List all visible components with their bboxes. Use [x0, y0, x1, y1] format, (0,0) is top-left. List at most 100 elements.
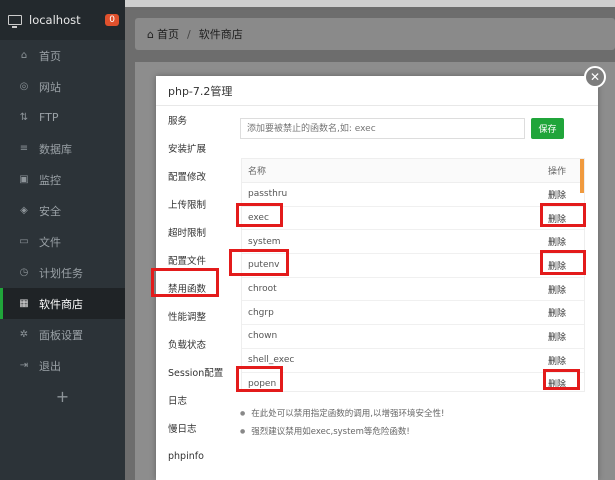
add-function-row: 保存	[240, 118, 590, 139]
breadcrumb-current: 软件商店	[198, 28, 243, 41]
table-row: exec 删除	[242, 207, 584, 231]
tab-7[interactable]: 性能调整	[156, 302, 236, 330]
sidebar-menu: ⌂ 首页 ◎ 网站 ⇅ FTP ≡ 数据库 ▣ 监控 ◈ 安全 ▭ 文件 ◷ 计划任务 ▦ 软件商店 ✲ 面板设置 ⇥ 退…	[0, 40, 125, 381]
tab-0[interactable]: 服务	[156, 106, 236, 134]
function-table: 名称 操作 passthru 删除 exec 删除 system 删除 putenv 删除 ch…	[241, 158, 585, 392]
sidebar-item-2[interactable]: ⇅ FTP	[0, 102, 125, 133]
table-row: chroot 删除	[242, 278, 584, 302]
database-icon: ≡	[19, 143, 29, 154]
sidebar-item-label: FTP	[39, 111, 59, 124]
php-manage-dialog: php-7.2管理 服务 安装扩展 配置修改 上传限制 超时限制 配置文件 禁用函数 性能调整…	[156, 76, 598, 480]
function-name: chroot	[248, 284, 277, 295]
sidebar-item-label: 首页	[39, 49, 61, 63]
table-row: passthru 删除	[242, 183, 584, 207]
globe-icon: ◎	[19, 81, 29, 92]
table-row: chown 删除	[242, 325, 584, 349]
breadcrumb-home[interactable]: 首页	[157, 26, 179, 42]
delete-button[interactable]: 删除	[532, 306, 582, 319]
shield-icon: ◈	[20, 205, 28, 216]
tab-8[interactable]: 负载状态	[156, 330, 236, 358]
function-name-input[interactable]	[240, 118, 525, 139]
gear-icon: ✲	[19, 329, 29, 340]
sidebar-item-label: 文件	[39, 235, 61, 249]
sidebar-item-10[interactable]: ⇥ 退出	[0, 350, 125, 381]
breadcrumb-separator: /	[186, 27, 191, 41]
function-name: system	[248, 236, 281, 247]
highlight-row-exec	[236, 203, 283, 227]
monitor-icon	[8, 15, 22, 28]
notification-badge[interactable]: 0	[105, 14, 119, 26]
table-row: popen 删除	[242, 373, 584, 392]
function-name: popen	[248, 378, 277, 389]
logout-icon: ⇥	[19, 360, 29, 371]
function-name: exec	[248, 213, 269, 224]
table-row: chgrp 删除	[242, 301, 584, 326]
highlight-delete-exec	[540, 203, 586, 227]
disable-functions-panel: 保存 名称 操作 passthru删除exec删除system删除putenv删…	[240, 118, 590, 437]
function-name: shell_exec	[248, 355, 295, 366]
table-row: shell_exec 删除	[242, 349, 584, 373]
grid-icon: ▦	[19, 298, 29, 309]
tips-list: 在此处可以禁用指定函数的调用,以增强环境安全性!强烈建议禁用如exec,syst…	[240, 404, 444, 440]
tab-11[interactable]: 慢日志	[156, 414, 236, 442]
tab-4[interactable]: 超时限制	[156, 218, 236, 246]
sidebar-item-5[interactable]: ◈ 安全	[0, 195, 125, 226]
sidebar-item-4[interactable]: ▣ 监控	[0, 164, 125, 195]
delete-button[interactable]: 删除	[532, 283, 582, 296]
ftp-icon: ⇅	[19, 112, 29, 123]
function-name: chown	[248, 331, 278, 342]
delete-button[interactable]: 删除	[532, 188, 582, 201]
delete-button[interactable]: 删除	[532, 354, 582, 367]
sidebar-item-label: 安全	[39, 204, 61, 218]
clock-icon: ◷	[19, 267, 29, 278]
sidebar-item-8[interactable]: ▦ 软件商店	[0, 288, 125, 319]
delete-button[interactable]: 删除	[532, 235, 582, 248]
function-name: passthru	[248, 189, 288, 200]
table-row: putenv 删除	[242, 254, 584, 278]
sidebar-item-7[interactable]: ◷ 计划任务	[0, 257, 125, 288]
highlight-delete-popen	[543, 369, 580, 390]
tab-1[interactable]: 安装扩展	[156, 134, 236, 162]
table-row: system 删除	[242, 230, 584, 255]
highlight-delete-putenv	[540, 250, 586, 275]
table-header: 名称 操作	[242, 159, 584, 183]
top-strip	[125, 0, 615, 7]
host-name: localhost	[29, 13, 81, 27]
home-icon: ⌂	[20, 50, 28, 61]
function-name: chgrp	[248, 307, 274, 318]
sidebar-item-6[interactable]: ▭ 文件	[0, 226, 125, 257]
tab-12[interactable]: phpinfo	[156, 442, 236, 470]
tip-item: 强烈建议禁用如exec,system等危险函数!	[240, 422, 444, 440]
sidebar-item-label: 监控	[39, 173, 61, 187]
home-icon: ⌂	[147, 27, 154, 41]
sidebar-item-label: 数据库	[39, 142, 72, 156]
delete-button[interactable]: 删除	[532, 330, 582, 343]
sidebar-item-0[interactable]: ⌂ 首页	[0, 40, 125, 71]
table-body: passthru 删除 exec 删除 system 删除 putenv 删除 chroot 删除…	[242, 183, 584, 392]
sidebar-item-label: 计划任务	[39, 266, 83, 280]
save-button[interactable]: 保存	[531, 118, 564, 139]
sidebar-item-label: 面板设置	[39, 328, 83, 342]
monitor-icon: ▣	[19, 174, 29, 185]
add-menu-button[interactable]: +	[0, 381, 125, 411]
sidebar-item-9[interactable]: ✲ 面板设置	[0, 319, 125, 350]
tab-10[interactable]: 日志	[156, 386, 236, 414]
dialog-title: php-7.2管理	[156, 76, 598, 106]
sidebar-item-3[interactable]: ≡ 数据库	[0, 133, 125, 164]
column-op: 操作	[547, 167, 566, 177]
column-name: 名称	[248, 167, 267, 177]
close-dialog-button[interactable]: ✕	[584, 66, 606, 88]
sidebar-item-1[interactable]: ◎ 网站	[0, 71, 125, 102]
sidebar-item-label: 网站	[39, 80, 61, 94]
folder-icon: ▭	[19, 236, 29, 247]
tab-9[interactable]: Session配置	[156, 358, 236, 386]
tip-item: 在此处可以禁用指定函数的调用,以增强环境安全性!	[240, 404, 444, 422]
sidebar-item-label: 软件商店	[39, 297, 83, 311]
table-scrollbar[interactable]	[580, 159, 584, 193]
highlight-row-popen	[236, 366, 283, 392]
tab-3[interactable]: 上传限制	[156, 190, 236, 218]
highlight-tab-disable-functions	[151, 268, 219, 297]
sidebar-header: localhost 0	[0, 0, 125, 40]
tab-2[interactable]: 配置修改	[156, 162, 236, 190]
highlight-row-putenv	[229, 249, 289, 276]
